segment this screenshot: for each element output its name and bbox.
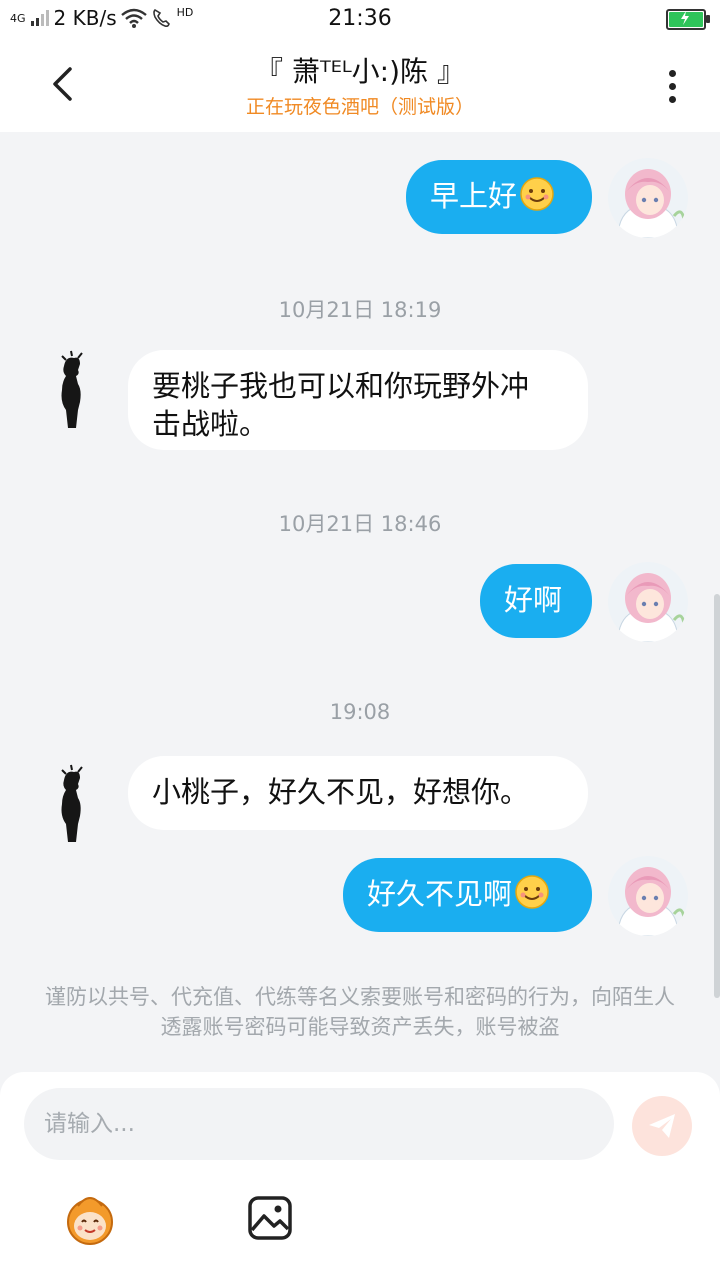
smile-emoji-icon (515, 875, 549, 909)
message-text: 好久不见啊 (367, 877, 513, 911)
message-text-line: 击战啦。 (152, 407, 269, 441)
emoji-button[interactable] (60, 1188, 120, 1248)
message-text: 好啊 (504, 583, 563, 617)
input-bar (0, 1072, 720, 1280)
chat-history[interactable]: 早上好 10月21日 18:19 要桃子我也可以和你玩野外冲 击战啦。 10月2… (0, 132, 720, 1072)
my-avatar[interactable] (608, 856, 688, 936)
more-dots-icon (668, 69, 676, 77)
other-message-bubble[interactable]: 小桃子，好久不见，好想你。 (128, 756, 588, 830)
battery-icon (666, 9, 710, 30)
my-message-bubble[interactable]: 好久不见啊 (343, 858, 592, 932)
my-message-bubble[interactable]: 早上好 (406, 160, 592, 234)
status-bar: 4G 2 KB/s HD 21:36 (0, 0, 720, 36)
security-notice: 谨防以共号、代充值、代练等名义索要账号和密码的行为，向陌生人透露账号密码可能导致… (45, 985, 675, 1039)
image-icon (248, 1196, 292, 1240)
smile-emoji-icon (520, 177, 554, 211)
timestamp: 10月21日 18:19 (278, 298, 442, 322)
message-text: 小桃子，好久不见，好想你。 (152, 775, 530, 809)
contact-activity: 正在玩夜色酒吧（测试版） (245, 96, 474, 118)
chat-header: 『 萧ᵀᴱᴸ小:)陈 』 正在玩夜色酒吧（测试版） (0, 36, 720, 132)
other-avatar[interactable] (36, 764, 116, 844)
message-input[interactable] (24, 1088, 614, 1160)
send-icon (649, 1114, 675, 1138)
other-message-bubble[interactable]: 要桃子我也可以和你玩野外冲 击战啦。 (128, 350, 588, 450)
emoji-icon (67, 1197, 113, 1245)
my-avatar[interactable] (608, 158, 688, 238)
timestamp: 10月21日 18:46 (278, 512, 442, 536)
message-text: 早上好 (430, 179, 518, 213)
more-options-button[interactable] (652, 64, 692, 108)
image-button[interactable] (246, 1194, 294, 1242)
other-avatar[interactable] (36, 350, 116, 430)
send-button[interactable] (632, 1096, 692, 1156)
status-time: 21:36 (328, 6, 392, 31)
my-avatar[interactable] (608, 562, 688, 642)
chat-scrollbar[interactable] (714, 594, 720, 998)
my-message-bubble[interactable]: 好啊 (480, 564, 592, 638)
timestamp: 19:08 (329, 700, 391, 724)
contact-name[interactable]: 『 萧ᵀᴱᴸ小:)陈 』 (0, 50, 720, 90)
